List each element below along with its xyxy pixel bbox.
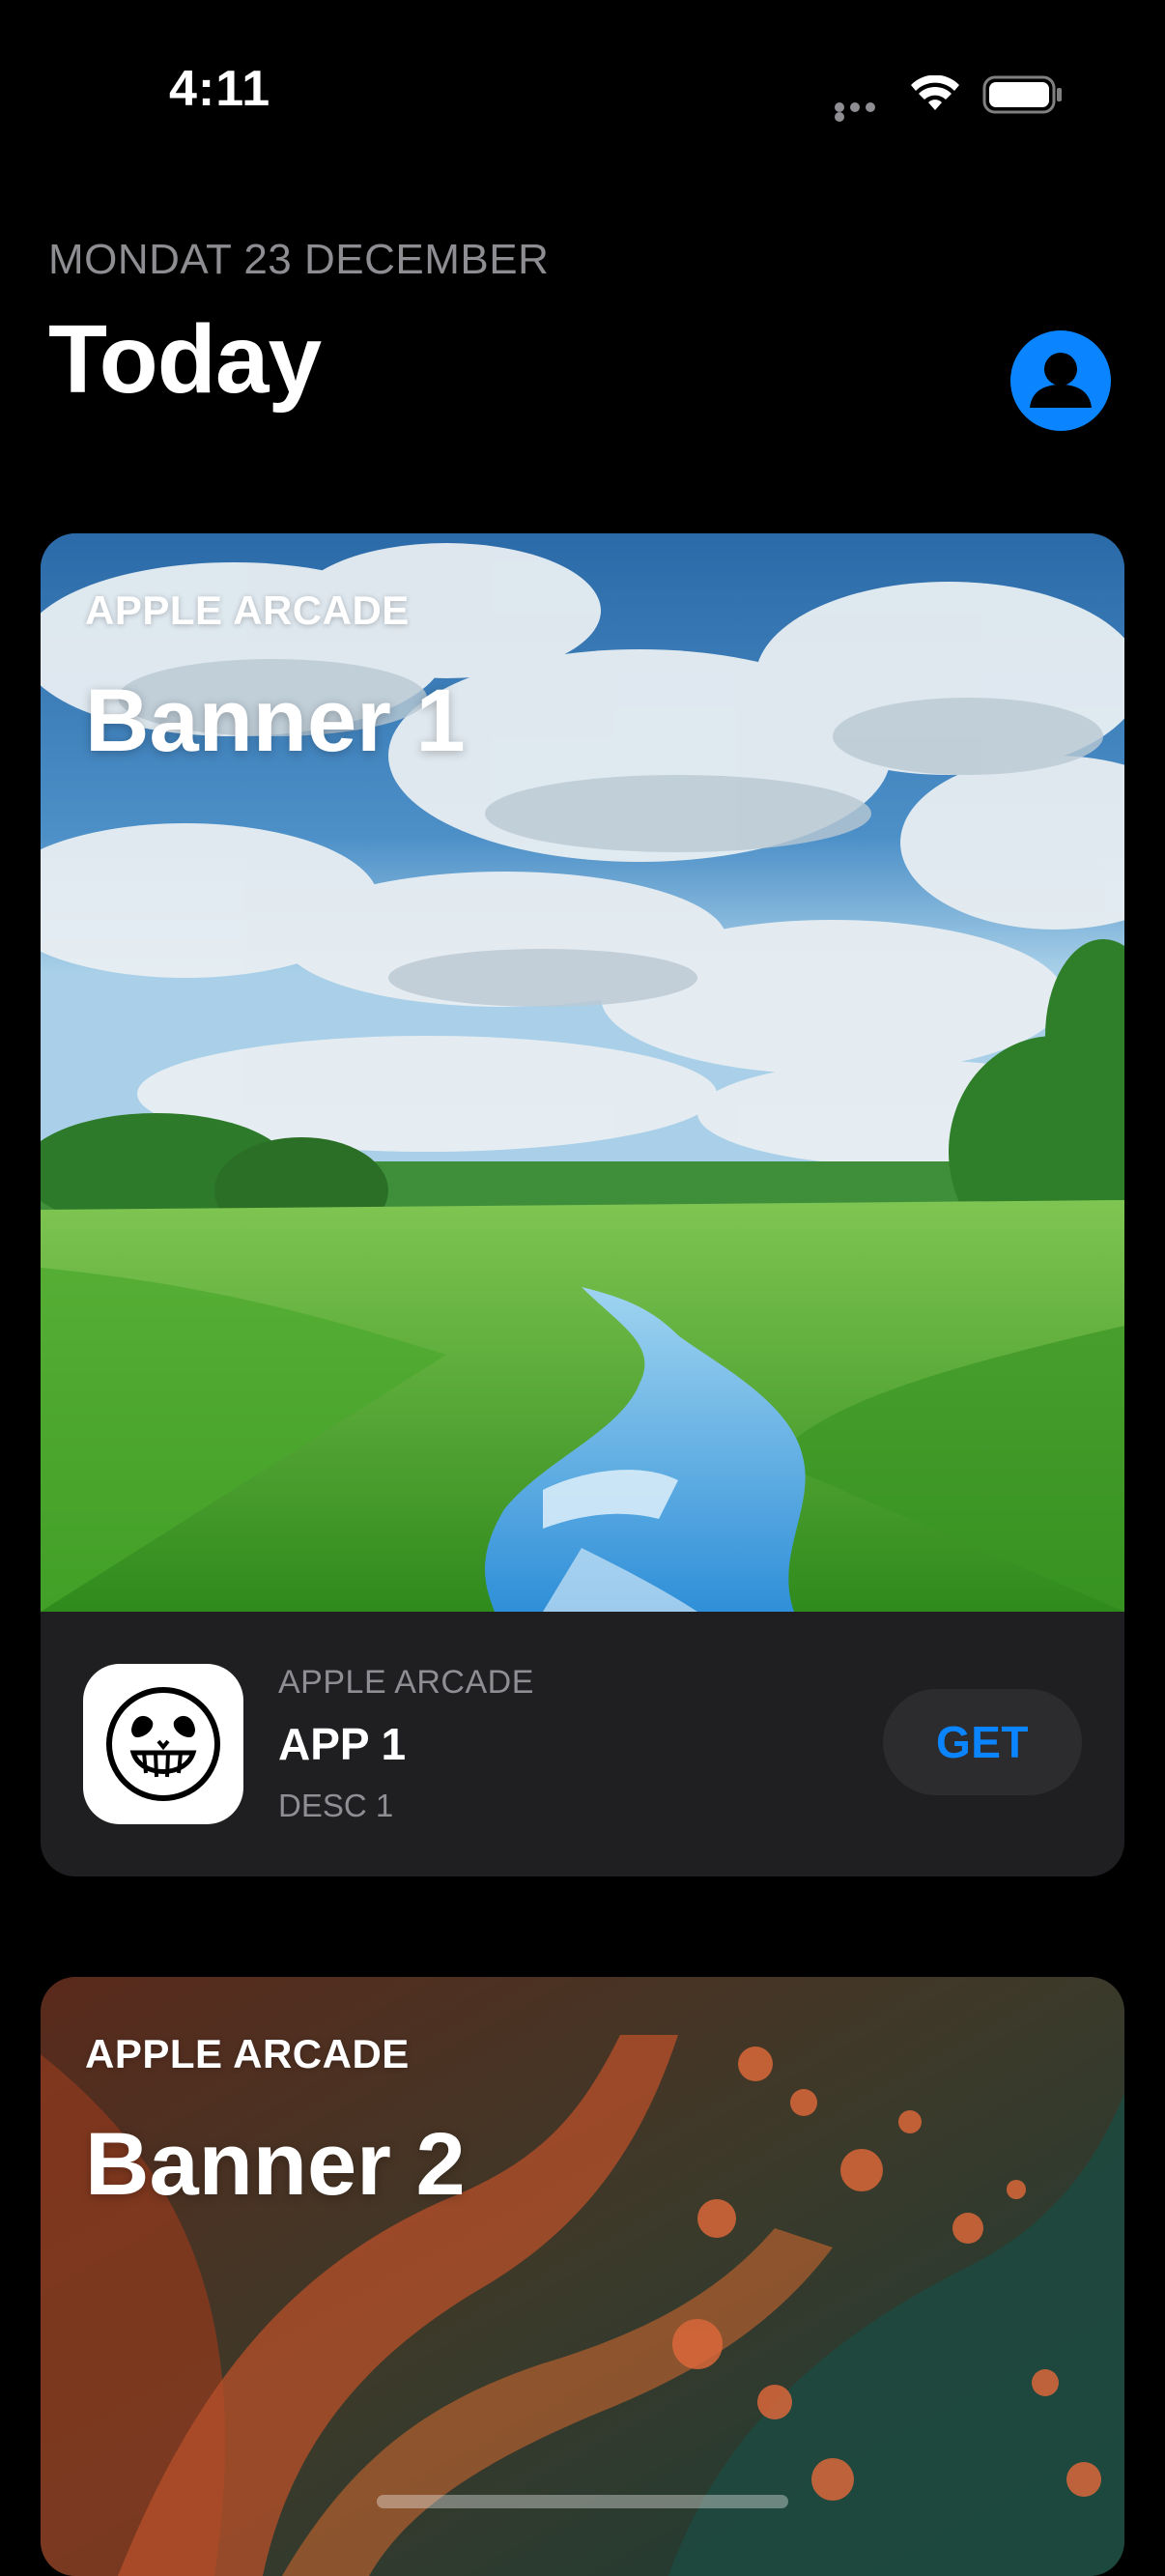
wifi-icon [911,75,959,110]
banner-title: Banner 2 [85,2115,466,2214]
battery-icon [982,75,1062,114]
account-button[interactable] [1010,330,1111,431]
app-name: APP 1 [278,1719,407,1769]
banner-title: Banner 1 [85,672,466,770]
status-bar: 4:11 [0,0,1165,184]
banner-image-1: APPLE ARCADE Banner 1 [41,533,1124,1612]
banner-eyebrow: APPLE ARCADE [85,587,410,633]
app-eyebrow: APPLE ARCADE [278,1664,534,1701]
banner-eyebrow: APPLE ARCADE [85,2031,410,2076]
skull-icon [106,1687,220,1801]
banner-image-2: APPLE ARCADE Banner 2 [41,1977,1124,2576]
date-label: MONDAT 23 DECEMBER [48,236,550,283]
app-row[interactable]: APPLE ARCADE APP 1 DESC 1 GET [41,1612,1124,1876]
featured-card-1[interactable]: APPLE ARCADE Banner 1 APPLE ARCADE APP 1… [41,533,1124,1876]
person-icon [1030,353,1092,408]
page-title: Today [48,305,322,414]
get-button[interactable]: GET [883,1689,1082,1795]
app-description: DESC 1 [278,1788,394,1823]
home-indicator[interactable] [377,2495,788,2508]
cellular-signal-icon [835,102,893,122]
featured-card-2[interactable]: APPLE ARCADE Banner 2 [41,1977,1124,2576]
app-icon[interactable] [83,1664,243,1824]
status-time: 4:11 [169,61,271,117]
